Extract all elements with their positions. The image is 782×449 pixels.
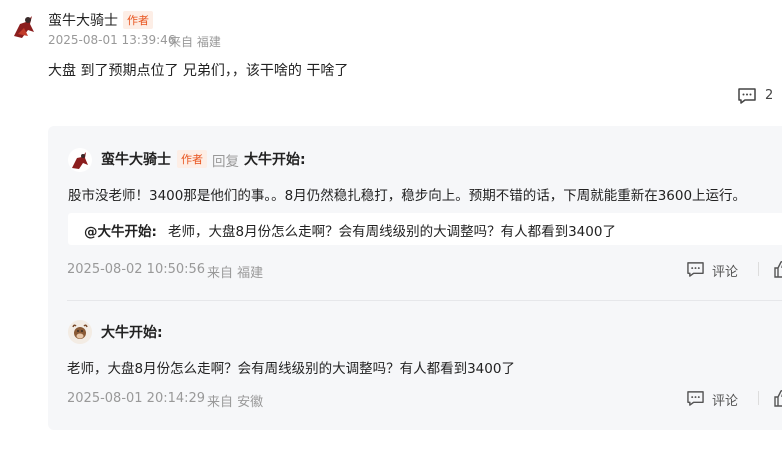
comment-content: 大盘 到了预期点位了 兄弟们，，该干啥的 干啥了: [48, 63, 349, 79]
replies-panel: [48, 126, 782, 430]
bull-avatar-icon: [68, 320, 92, 344]
reply-author-avatar[interactable]: [68, 148, 92, 172]
comment-icon: [686, 261, 705, 282]
comment-label: 评论: [712, 394, 739, 409]
reply-like-button[interactable]: [758, 258, 782, 280]
comment-count-button[interactable]: 2: [737, 87, 777, 107]
reply2-like-button[interactable]: [758, 387, 782, 409]
knight-avatar-icon: [68, 148, 92, 172]
author-avatar[interactable]: [8, 10, 40, 42]
quote-text: 老师，大盘8月份怎么走啊？会有周线级别的大调整吗？有人都看到3400了: [168, 224, 616, 240]
reply-author-name[interactable]: 蛮牛大骑士: [101, 149, 171, 169]
author-badge: 作者: [123, 11, 153, 29]
comment-label: 评论: [712, 265, 739, 280]
reply-content: 股市没老师！3400那是他们的事。。8月仍然稳扎稳打，稳步向上。预期不错的话，下…: [68, 188, 747, 204]
quote-author[interactable]: @大牛开始:: [84, 220, 157, 240]
author-name[interactable]: 蛮牛大骑士: [48, 10, 118, 30]
reply-location: 来自 福建: [207, 266, 264, 281]
comment-count: 2: [765, 88, 774, 103]
reply2-author-avatar[interactable]: [68, 320, 92, 344]
divider-bar: [758, 262, 759, 276]
comment-icon: [737, 87, 757, 105]
reply2-comment-button[interactable]: 评论: [686, 389, 746, 409]
comment-icon: [686, 390, 705, 411]
reply2-location: 来自 安徽: [207, 395, 264, 410]
reply-word: 回复: [212, 154, 239, 170]
reply-to-name[interactable]: 大牛开始:: [244, 149, 306, 169]
reply2-author-name[interactable]: 大牛开始:: [101, 322, 163, 342]
like-icon: [774, 260, 782, 282]
like-icon: [774, 389, 782, 411]
comment-time: 2025-08-01 13:39:46: [48, 33, 176, 47]
reply-time: 2025-08-02 10:50:56: [67, 262, 206, 277]
reply-comment-button[interactable]: 评论: [686, 260, 746, 280]
reply-divider: [67, 300, 782, 301]
comment-location: 来自 福建: [169, 35, 221, 49]
knight-avatar-icon: [8, 10, 40, 42]
reply2-content: 老师，大盘8月份怎么走啊？会有周线级别的大调整吗？有人都看到3400了: [67, 361, 515, 377]
divider-bar: [758, 391, 759, 405]
reply2-time: 2025-08-01 20:14:29: [67, 391, 206, 406]
reply-author-badge: 作者: [177, 150, 207, 168]
